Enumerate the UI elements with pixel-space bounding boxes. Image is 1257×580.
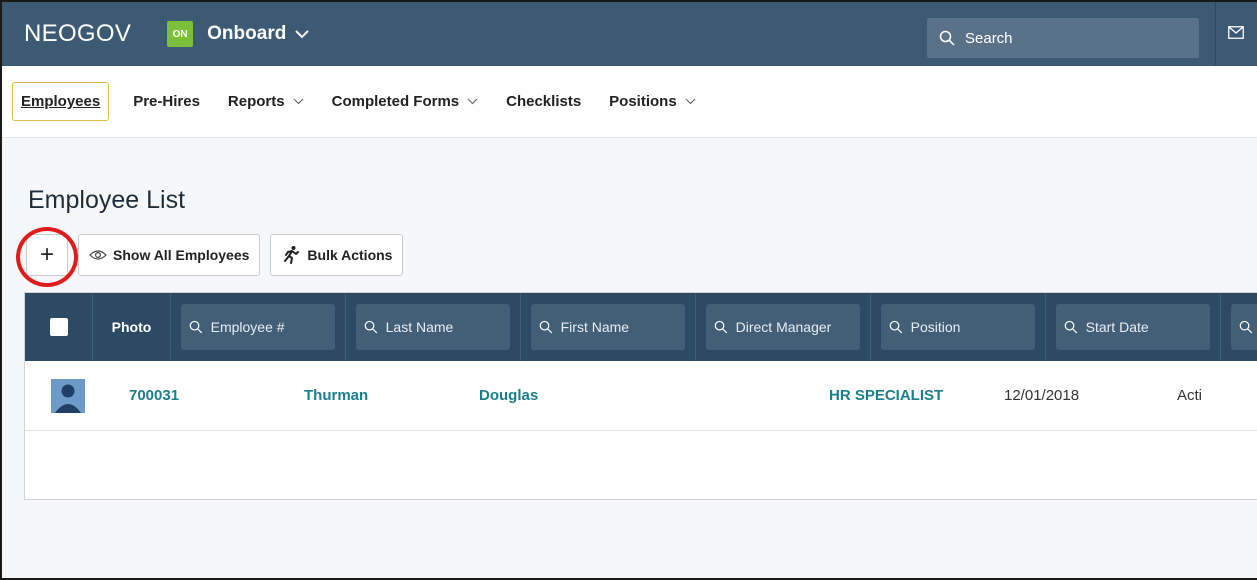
- product-badge: ON: [167, 21, 194, 47]
- employee-table: Photo Employee # Last Name First Name Di…: [24, 292, 1257, 500]
- position-cell[interactable]: HR SPECIALIST: [819, 387, 994, 404]
- search-input[interactable]: [965, 29, 1165, 47]
- running-person-icon: [284, 246, 300, 264]
- bulk-actions-button[interactable]: Bulk Actions: [270, 234, 404, 276]
- filter-box[interactable]: [356, 304, 510, 350]
- nav-completed-forms[interactable]: Completed Forms: [332, 93, 479, 110]
- product-switcher[interactable]: Onboard: [207, 23, 310, 45]
- chevron-down-icon: [293, 98, 304, 105]
- employee-number-cell[interactable]: 700031: [119, 387, 294, 404]
- start-date-filter-input[interactable]: [1085, 319, 1210, 335]
- nav-label: Employees: [21, 93, 101, 110]
- header-select-cell: [25, 293, 93, 361]
- avatar[interactable]: [51, 378, 85, 413]
- filter-position: [871, 293, 1046, 361]
- nav-label: Positions: [609, 93, 677, 110]
- nav-label: Pre-Hires: [133, 93, 200, 110]
- product-name: Onboard: [207, 23, 287, 44]
- filter-status: [1221, 293, 1257, 361]
- nav-employees[interactable]: Employees: [12, 82, 110, 121]
- person-silhouette-icon: [55, 384, 81, 413]
- search-icon: [189, 320, 203, 334]
- select-all-checkbox[interactable]: [49, 318, 68, 336]
- nav-reports[interactable]: Reports: [228, 93, 304, 110]
- filter-last-name: [346, 293, 521, 361]
- employee-number-filter-input[interactable]: [210, 319, 335, 335]
- topbar-divider: [1215, 2, 1216, 66]
- filter-box[interactable]: [706, 304, 860, 350]
- direct-manager-filter-input[interactable]: [735, 319, 860, 335]
- nav-pre-hires[interactable]: Pre-Hires: [133, 93, 200, 110]
- first-name-cell[interactable]: Douglas: [469, 387, 644, 404]
- brand-logo[interactable]: NEOGOV: [24, 20, 131, 48]
- status-cell: Acti: [1177, 387, 1203, 404]
- filter-box[interactable]: [531, 304, 685, 350]
- nav-label: Reports: [227, 93, 285, 110]
- last-name-cell[interactable]: Thurman: [294, 387, 469, 404]
- button-label: Bulk Actions: [307, 247, 393, 263]
- search-icon: [1064, 320, 1078, 334]
- button-label: Show All Employees: [113, 247, 250, 263]
- module-nav: Employees Pre-Hires Reports Completed Fo…: [2, 66, 1257, 138]
- filter-box[interactable]: [1231, 304, 1257, 350]
- top-bar: NEOGOV ON Onboard: [2, 2, 1257, 66]
- search-icon: [889, 320, 903, 334]
- start-date-cell: 12/01/2018: [1004, 387, 1080, 404]
- eye-icon: [89, 250, 107, 260]
- filter-box[interactable]: [1056, 304, 1210, 350]
- search-icon: [539, 320, 553, 334]
- nav-positions[interactable]: Positions: [609, 93, 696, 110]
- search-icon: [714, 320, 728, 334]
- photo-header: Photo: [93, 293, 171, 361]
- filter-direct-manager: [696, 293, 871, 361]
- nav-checklists[interactable]: Checklists: [506, 93, 581, 110]
- mail-icon[interactable]: [1228, 26, 1244, 39]
- last-name-filter-input[interactable]: [385, 319, 510, 335]
- filter-box[interactable]: [881, 304, 1035, 350]
- chevron-down-icon: [295, 30, 310, 39]
- first-name-filter-input[interactable]: [560, 319, 685, 335]
- search-icon: [939, 30, 955, 46]
- filter-start-date: [1046, 293, 1221, 361]
- table-header: Photo: [25, 293, 1257, 361]
- nav-label: Completed Forms: [331, 93, 460, 110]
- chevron-down-icon: [467, 98, 478, 105]
- show-all-employees-button[interactable]: Show All Employees: [78, 234, 261, 276]
- photo-cell: [41, 378, 119, 413]
- chevron-down-icon: [685, 98, 696, 105]
- page-title: Employee List: [28, 186, 186, 214]
- global-search[interactable]: [927, 18, 1199, 58]
- table-row: 700031 Thurman Douglas HR SPECIALIST 12/…: [25, 361, 1257, 431]
- add-employee-button[interactable]: +: [26, 234, 68, 276]
- filter-box[interactable]: [181, 304, 335, 350]
- filter-first-name: [521, 293, 696, 361]
- nav-label: Checklists: [506, 93, 582, 110]
- search-icon: [364, 320, 378, 334]
- list-actions: + Show All Employees Bulk Actions: [26, 234, 404, 276]
- filter-employee-number: [171, 293, 346, 361]
- app-window: NEOGOV ON Onboard Employees Pre-Hires Re…: [0, 0, 1257, 580]
- position-filter-input[interactable]: [910, 319, 1035, 335]
- search-icon: [1239, 320, 1253, 334]
